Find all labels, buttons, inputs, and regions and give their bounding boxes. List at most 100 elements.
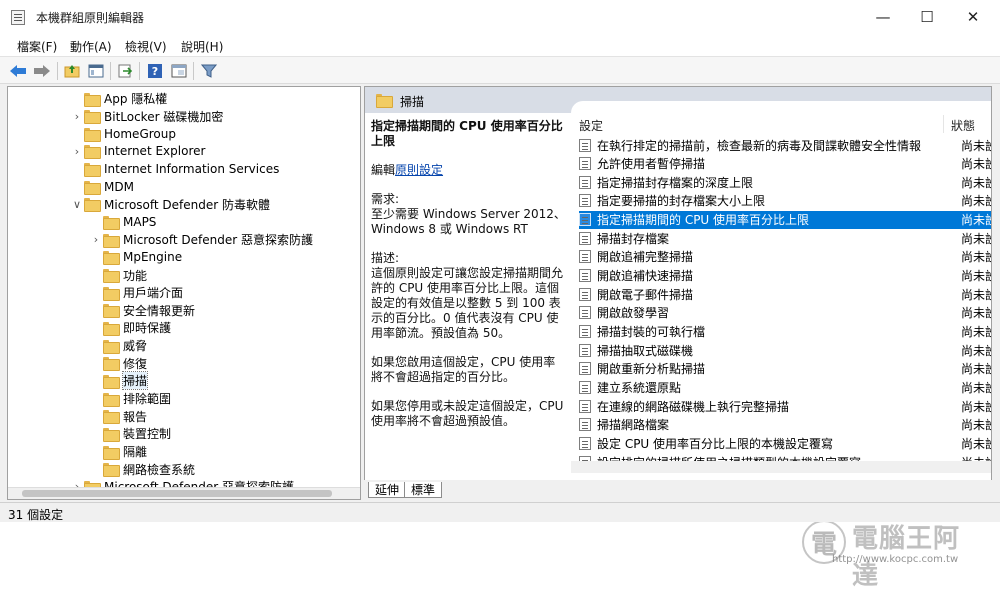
tree-item[interactable]: › Internet Explorer	[70, 143, 205, 160]
tree-item[interactable]: 隔離	[89, 443, 147, 460]
setting-state: 尚未設定	[961, 231, 991, 246]
close-button[interactable]: ✕	[950, 0, 996, 34]
status-count: 31 個設定	[8, 508, 64, 522]
folder-icon	[84, 180, 101, 195]
tree-item-label: 隔離	[123, 445, 148, 459]
setting-row[interactable]: 允許使用者暫停掃描 尚未設定	[579, 155, 991, 173]
tree-item-label: 用戶端介面	[123, 286, 184, 301]
setting-row[interactable]: 指定要掃描的封存檔案大小上限 尚未設定	[579, 192, 991, 210]
setting-row[interactable]: 指定掃描期間的 CPU 使用率百分比上限 尚未設定	[579, 210, 991, 229]
folder-icon	[84, 145, 101, 160]
minimize-button[interactable]: —	[860, 0, 906, 34]
watermark-url: http://www.kocpc.com.tw	[832, 554, 959, 565]
edit-policy-link[interactable]: 原則設定	[395, 163, 443, 177]
setting-row[interactable]: 設定 CPU 使用率百分比上限的本機設定覆寫 尚未設定	[579, 434, 991, 452]
settings-list[interactable]: 設定 狀態 在執行排定的掃描前，檢查最新的病毒及間諜軟體安全性情報尚未設定允許使…	[571, 101, 991, 473]
menu-help[interactable]: 說明(H)	[181, 38, 223, 55]
setting-row[interactable]: 開啟啟發學習 尚未設定	[579, 304, 991, 322]
forward-arrow-icon[interactable]	[33, 62, 51, 79]
tree-item[interactable]: Internet Information Services	[70, 161, 279, 178]
setting-state: 尚未設定	[961, 343, 991, 358]
setting-row[interactable]: 掃描封裝的可執行檔 尚未設定	[579, 323, 991, 341]
column-header-setting[interactable]: 設定	[579, 117, 603, 134]
list-horizontal-scrollbar[interactable]	[571, 461, 991, 473]
menu-bar: 檔案(F) 動作(A) 檢視(V) 說明(H)	[0, 34, 1000, 56]
setting-row[interactable]: 開啟電子郵件掃描 尚未設定	[579, 285, 991, 303]
tab-standard[interactable]: 標準	[404, 482, 443, 498]
tree-item-label: Internet Explorer	[104, 144, 206, 159]
chevron-right-icon[interactable]: ›	[89, 233, 103, 246]
folder-icon	[103, 233, 120, 248]
tree-horizontal-scrollbar[interactable]	[8, 487, 360, 499]
help-icon[interactable]: ?	[146, 62, 164, 79]
folder-icon	[103, 427, 120, 442]
tree-item-label: 報告	[123, 409, 148, 424]
setting-state: 尚未設定	[961, 399, 991, 414]
tree-item[interactable]: 排除範圍	[89, 390, 171, 407]
policy-heading: 指定掃描期間的 CPU 使用率百分比上限	[371, 119, 563, 148]
view-icon[interactable]	[170, 62, 188, 79]
tree-item[interactable]: 功能	[89, 267, 147, 284]
chevron-right-icon[interactable]: ›	[70, 145, 84, 158]
back-arrow-icon[interactable]	[9, 62, 27, 79]
scrollbar-thumb[interactable]	[22, 490, 332, 497]
setting-row[interactable]: 在執行排定的掃描前，檢查最新的病毒及間諜軟體安全性情報 尚未設定	[579, 136, 991, 154]
setting-row[interactable]: 建立系統還原點 尚未設定	[579, 378, 991, 396]
tree-item[interactable]: 掃描	[89, 371, 149, 391]
policy-setting-icon	[579, 399, 591, 413]
menu-view[interactable]: 檢視(V)	[125, 38, 167, 55]
setting-name: 允許使用者暫停掃描	[597, 157, 706, 172]
tree-item-label: 掃描	[121, 371, 149, 391]
folder-icon	[84, 163, 101, 178]
tree-item[interactable]: HomeGroup	[70, 125, 176, 142]
setting-state: 尚未設定	[961, 213, 991, 228]
description-text: 這個原則設定可讓您設定掃描期間允許的 CPU 使用率百分比上限。這個設定的有效值…	[371, 266, 564, 340]
menu-action[interactable]: 動作(A)	[70, 38, 112, 55]
folder-icon	[103, 339, 120, 354]
tree-item[interactable]: 報告	[89, 408, 147, 425]
policy-setting-icon	[579, 362, 591, 376]
setting-row[interactable]: 開啟重新分析點掃描 尚未設定	[579, 360, 991, 378]
folder-icon	[103, 410, 120, 425]
filter-icon[interactable]	[200, 62, 218, 79]
maximize-button[interactable]: ☐	[904, 0, 950, 34]
policy-tree[interactable]: App 隱私權 › BitLocker 磁碟機加密 HomeGroup › Interne…	[7, 86, 361, 500]
chevron-down-icon[interactable]: ∨	[70, 198, 84, 211]
setting-row[interactable]: 開啟追補完整掃描 尚未設定	[579, 248, 991, 266]
menu-file[interactable]: 檔案(F)	[17, 38, 57, 55]
policy-setting-icon	[579, 194, 591, 208]
chevron-right-icon[interactable]: ›	[70, 110, 84, 123]
tree-item[interactable]: MAPS	[89, 214, 156, 231]
setting-state: 尚未設定	[961, 175, 991, 190]
tree-item[interactable]: 網路檢查系統	[89, 461, 195, 478]
tree-item[interactable]: 即時保護	[89, 319, 171, 336]
tree-item[interactable]: 威脅	[89, 337, 147, 354]
setting-row[interactable]: 掃描抽取式磁碟機 尚未設定	[579, 341, 991, 359]
tree-item[interactable]: MDM	[70, 178, 134, 195]
tree-item[interactable]: › Microsoft Defender 惡意探索防護	[89, 231, 313, 248]
tree-item[interactable]: App 隱私權	[70, 90, 167, 107]
tree-item-label: MpEngine	[123, 250, 183, 265]
setting-row[interactable]: 掃描封存檔案 尚未設定	[579, 229, 991, 247]
up-folder-icon[interactable]	[63, 62, 81, 79]
setting-row[interactable]: 在連線的網路磁碟機上執行完整掃描 尚未設定	[579, 397, 991, 415]
tab-extended[interactable]: 延伸	[368, 482, 407, 498]
tree-item-label: HomeGroup	[104, 126, 176, 141]
setting-row[interactable]: 掃描網路檔案 尚未設定	[579, 416, 991, 434]
tree-item[interactable]: 修復	[89, 355, 147, 372]
setting-name: 開啟啟發學習	[597, 306, 670, 321]
tree-item[interactable]: › BitLocker 磁碟機加密	[70, 108, 223, 125]
requirement-label: 需求:	[371, 192, 400, 206]
policy-setting-icon	[579, 138, 591, 152]
tree-item[interactable]: 安全情報更新	[89, 302, 195, 319]
tree-item[interactable]: MpEngine	[89, 249, 182, 266]
tree-item[interactable]: ∨ Microsoft Defender 防毒軟體	[70, 196, 270, 213]
setting-row[interactable]: 指定掃描封存檔案的深度上限 尚未設定	[579, 173, 991, 191]
export-list-icon[interactable]	[116, 62, 134, 79]
tree-item[interactable]: 裝置控制	[89, 425, 171, 442]
column-header-state[interactable]: 狀態	[951, 117, 975, 134]
tree-item[interactable]: 用戶端介面	[89, 284, 183, 301]
svg-text:?: ?	[152, 65, 158, 78]
setting-row[interactable]: 開啟追補快速掃描 尚未設定	[579, 267, 991, 285]
show-hide-tree-icon[interactable]	[87, 62, 105, 79]
